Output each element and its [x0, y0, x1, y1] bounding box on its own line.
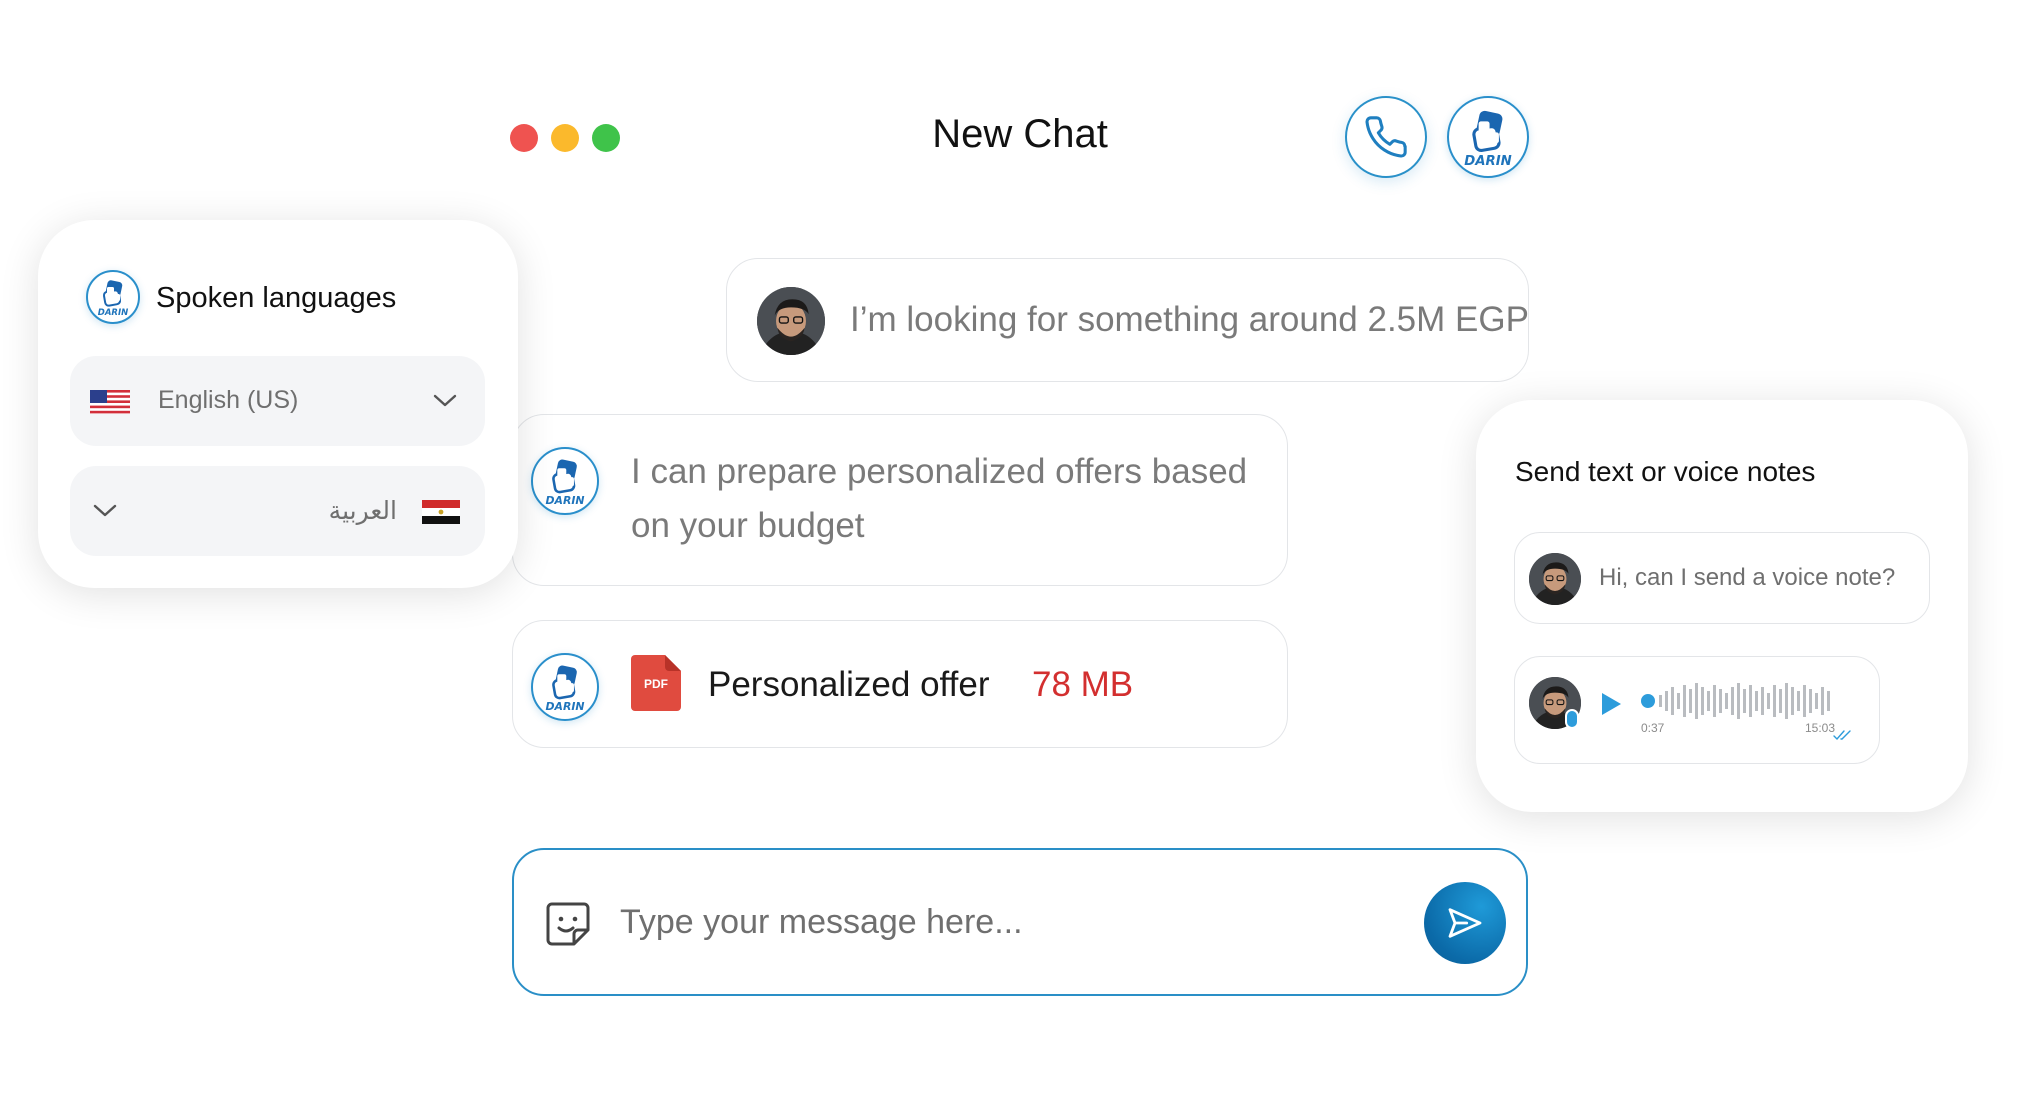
us-flag-icon	[90, 390, 130, 414]
darin-logo-icon	[86, 270, 140, 324]
window-minimize-dot[interactable]	[551, 124, 579, 152]
call-button[interactable]	[1345, 96, 1427, 178]
message-composer	[512, 848, 1528, 996]
voice-message-bubble[interactable]: 0:37 15:03	[1514, 656, 1880, 764]
send-icon	[1448, 908, 1482, 938]
voice-timestamp: 15:03	[1805, 721, 1836, 735]
send-button[interactable]	[1424, 882, 1506, 964]
double-check-icon	[1833, 730, 1851, 741]
page-title: New Chat	[932, 112, 1108, 156]
window-maximize-dot[interactable]	[592, 124, 620, 152]
chevron-down-icon	[93, 504, 117, 517]
language-select-english[interactable]: English (US)	[70, 356, 485, 446]
mic-icon	[1565, 709, 1579, 729]
pdf-label: PDF	[644, 677, 668, 691]
phone-icon	[1365, 116, 1407, 158]
play-icon[interactable]	[1599, 691, 1623, 717]
egypt-flag-icon	[422, 500, 460, 524]
voice-waveform[interactable]	[1641, 679, 1837, 723]
languages-title: Spoken languages	[156, 282, 397, 314]
chevron-down-icon	[433, 394, 457, 407]
file-message-bubble[interactable]: PDF Personalized offer 78 MB	[512, 620, 1288, 748]
file-name: Personalized offer	[708, 665, 990, 704]
text-message: Hi, can I send a voice note?	[1599, 564, 1896, 591]
voice-card-title: Send text or voice notes	[1515, 456, 1816, 487]
message-input[interactable]	[620, 890, 1380, 954]
message-text-line1: I can prepare personalized offers based	[631, 452, 1248, 491]
text-message-bubble: Hi, can I send a voice note?	[1514, 532, 1930, 624]
avatar	[757, 287, 825, 355]
voice-elapsed: 0:37	[1641, 721, 1665, 735]
file-size: 78 MB	[1032, 665, 1134, 704]
darin-logo-icon	[531, 653, 599, 721]
message-bubble-user: I’m looking for something around 2.5M EG…	[726, 258, 1529, 382]
message-text: I’m looking for something around 2.5M EG…	[850, 300, 1529, 339]
language-arabic-label: العربية	[328, 497, 397, 525]
pdf-file-icon: PDF	[631, 655, 681, 711]
darin-logo-icon	[531, 447, 599, 515]
avatar	[1529, 553, 1581, 605]
message-text-line2: on your budget	[631, 506, 865, 545]
spoken-languages-card: Spoken languages English (US) العربية	[38, 220, 518, 588]
window-close-dot[interactable]	[510, 124, 538, 152]
language-english-label: English (US)	[158, 386, 299, 414]
sticker-icon[interactable]	[544, 900, 592, 948]
message-bubble-agent: I can prepare personalized offers based …	[512, 414, 1288, 586]
language-select-arabic[interactable]: العربية	[70, 466, 485, 556]
darin-logo-icon[interactable]	[1447, 96, 1529, 178]
voice-notes-card: Send text or voice notes Hi, can I send …	[1476, 400, 1968, 812]
